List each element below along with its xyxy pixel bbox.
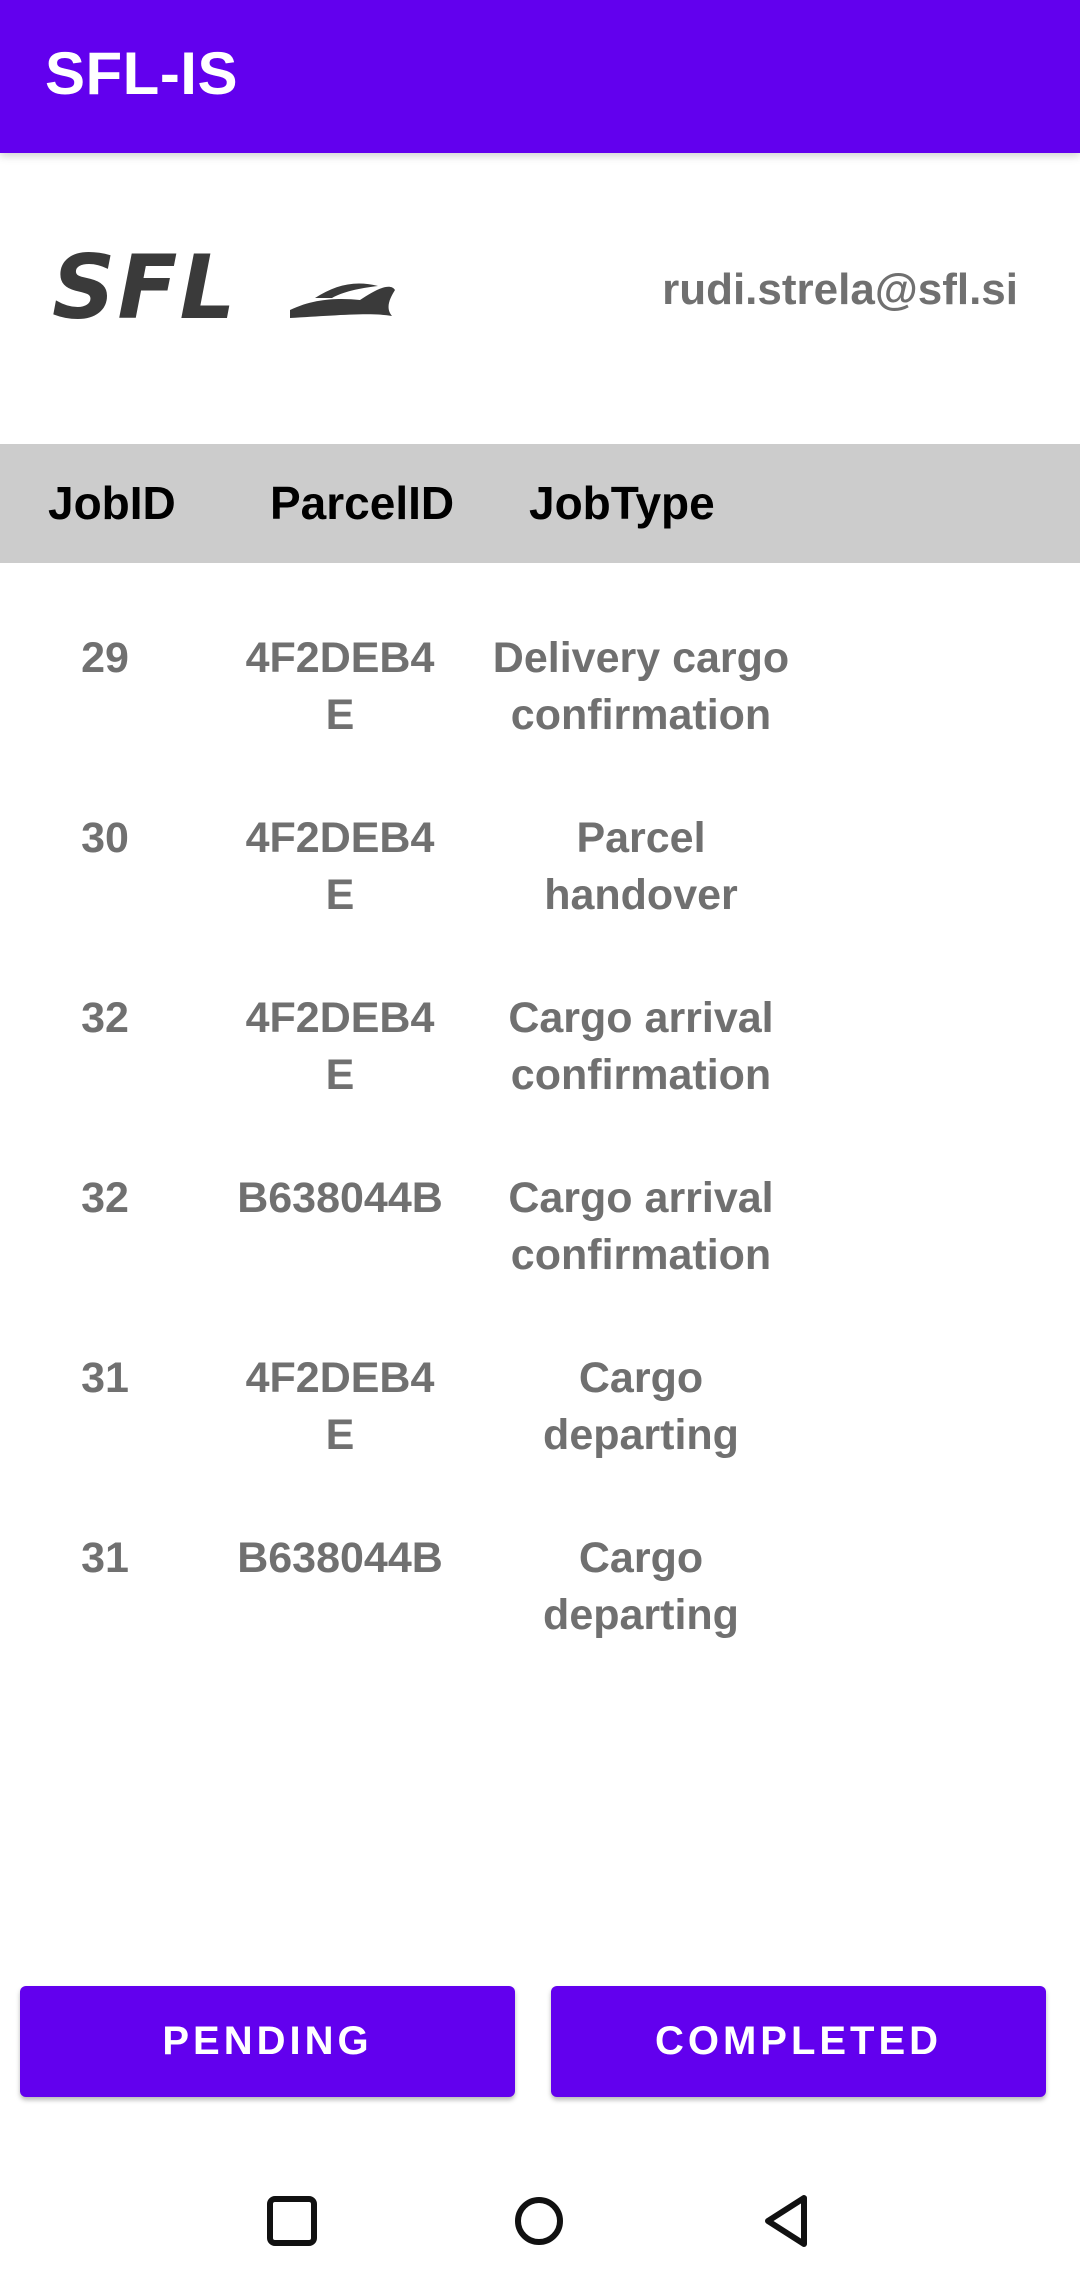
column-header-parcelid: ParcelID bbox=[270, 477, 455, 529]
job-type-cell: Cargo departing bbox=[543, 1354, 739, 1459]
job-type-cell: Cargo departing bbox=[543, 1534, 739, 1639]
job-id-cell: 31 bbox=[81, 1354, 129, 1402]
home-icon[interactable] bbox=[504, 2186, 574, 2256]
job-type-cell: Cargo arrival confirmation bbox=[508, 994, 774, 1099]
job-id-cell: 31 bbox=[81, 1534, 129, 1582]
table-row[interactable]: 30 4F2DEB4E Parcel handover bbox=[0, 810, 1080, 950]
column-header-jobid: JobID bbox=[48, 477, 176, 529]
parcel-id-cell: 4F2DEB4E bbox=[245, 814, 435, 919]
system-navigation-bar bbox=[0, 2160, 1080, 2283]
table-row[interactable]: 31 4F2DEB4E Cargo departing bbox=[0, 1350, 1080, 1490]
parcel-id-cell: B638044B bbox=[237, 1534, 443, 1582]
app-title: SFL-IS bbox=[45, 40, 238, 107]
table-header: JobID ParcelID JobType bbox=[0, 444, 1080, 563]
parcel-id-cell: B638044B bbox=[237, 1174, 443, 1222]
logo-text: SFL bbox=[52, 240, 238, 339]
sfl-logo-icon: SFL bbox=[50, 236, 400, 340]
job-id-cell: 32 bbox=[81, 1174, 129, 1222]
table-row[interactable]: 32 B638044B Cargo arrival confirmation bbox=[0, 1170, 1080, 1310]
recents-icon[interactable] bbox=[257, 2186, 327, 2256]
pending-button[interactable]: PENDING bbox=[20, 1986, 515, 2097]
column-header-jobtype: JobType bbox=[529, 477, 715, 529]
table-row[interactable]: 31 B638044B Cargo departing bbox=[0, 1530, 1080, 1670]
parcel-id-cell: 4F2DEB4E bbox=[245, 994, 435, 1099]
user-email: rudi.strela@sfl.si bbox=[662, 265, 1018, 314]
back-icon[interactable] bbox=[752, 2186, 822, 2256]
table-row[interactable]: 29 4F2DEB4E Delivery cargo confirmation bbox=[0, 630, 1080, 770]
job-id-cell: 29 bbox=[81, 634, 129, 682]
job-type-cell: Cargo arrival confirmation bbox=[508, 1174, 774, 1279]
parcel-id-cell: 4F2DEB4E bbox=[245, 1354, 435, 1459]
job-id-cell: 32 bbox=[81, 994, 129, 1042]
job-id-cell: 30 bbox=[81, 814, 129, 862]
table-row[interactable]: 32 4F2DEB4E Cargo arrival confirmation bbox=[0, 990, 1080, 1130]
parcel-id-cell: 4F2DEB4E bbox=[245, 634, 435, 739]
job-type-cell: Delivery cargo confirmation bbox=[492, 634, 790, 739]
completed-button[interactable]: COMPLETED bbox=[551, 1986, 1046, 2097]
job-type-cell: Parcel handover bbox=[544, 814, 738, 919]
app-bar: SFL-IS bbox=[0, 0, 1080, 153]
